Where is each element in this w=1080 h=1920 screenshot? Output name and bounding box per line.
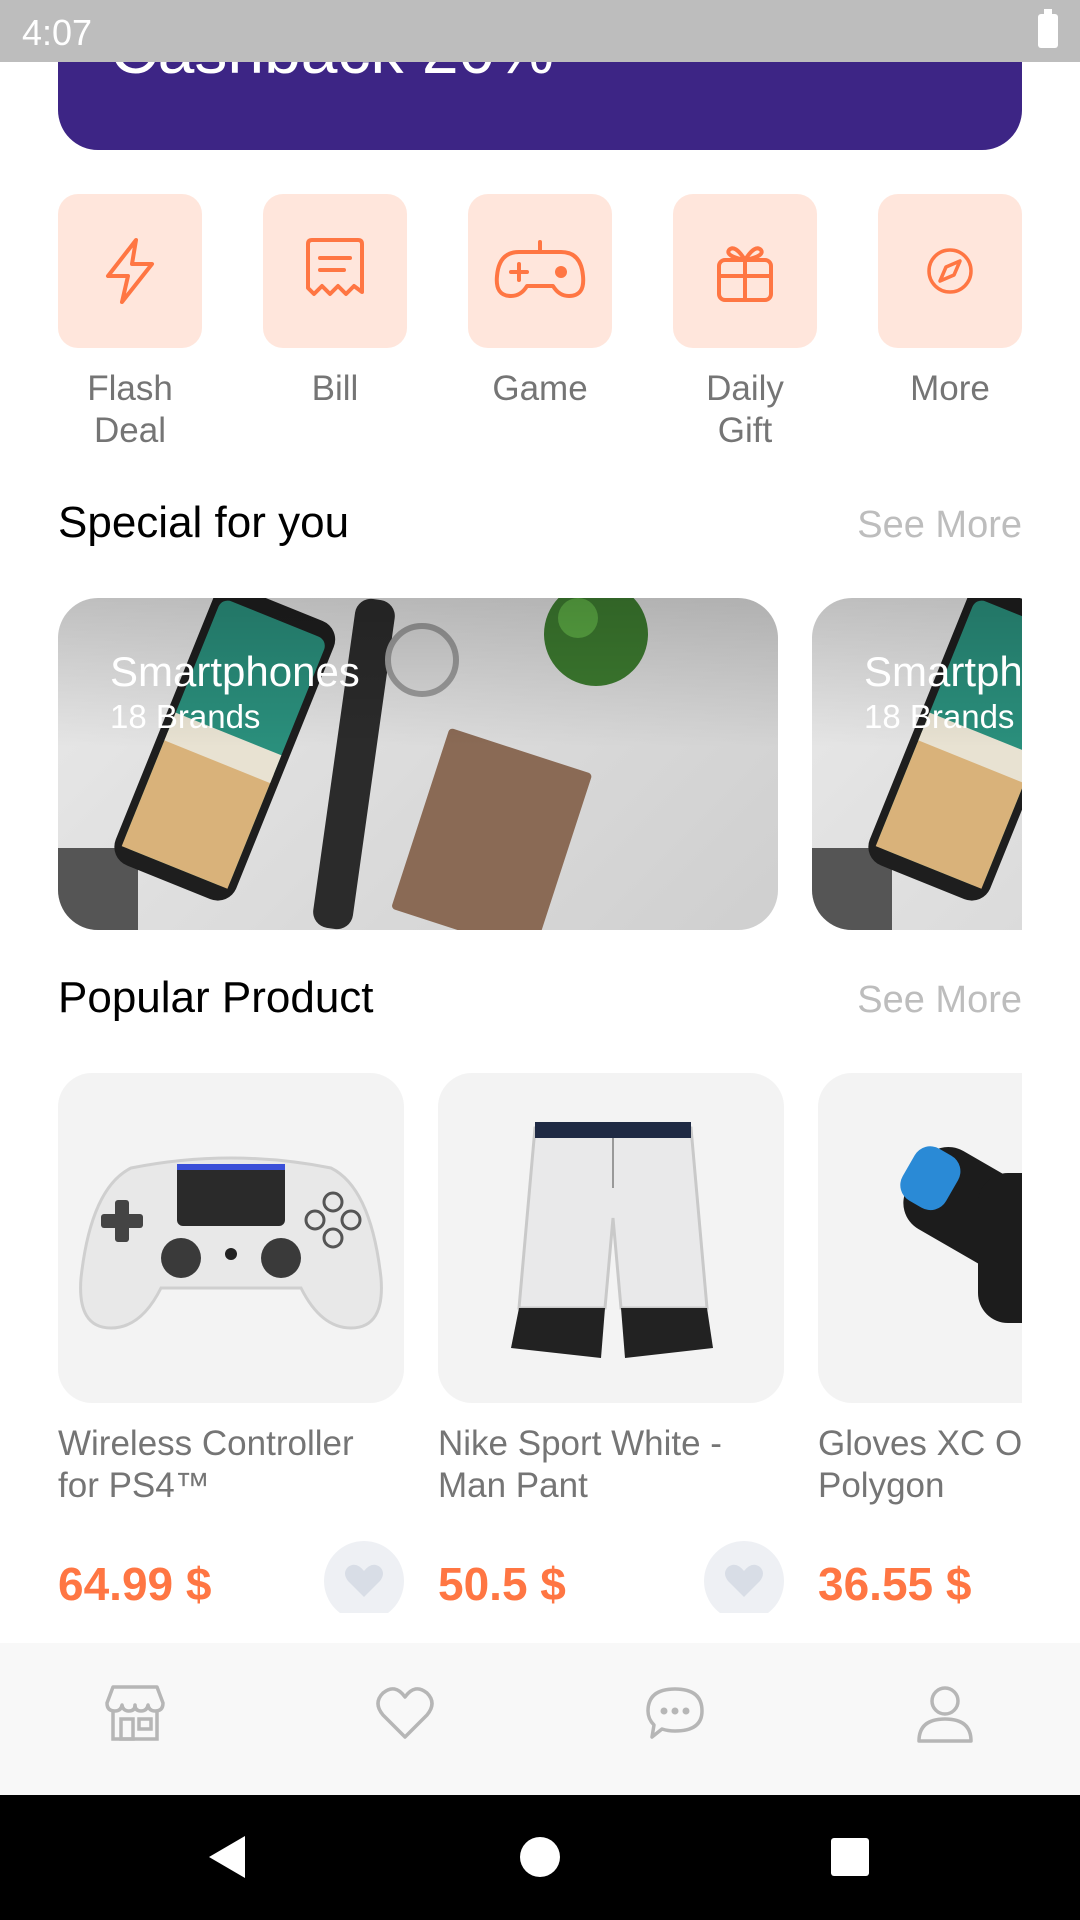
product-image[interactable] <box>438 1073 784 1403</box>
nav-profile[interactable] <box>905 1673 985 1753</box>
special-card-title: Smartphones <box>864 648 1022 695</box>
back-icon <box>209 1836 245 1878</box>
nav-chat[interactable] <box>635 1673 715 1753</box>
heart-icon <box>725 1564 763 1597</box>
price-row: 50.5 $ <box>438 1541 784 1613</box>
special-card-subtitle: 18 Brands <box>110 698 261 735</box>
category-tile[interactable] <box>263 194 407 348</box>
price-row: 64.99 $ <box>58 1541 404 1613</box>
category-tile[interactable] <box>878 194 1022 348</box>
home-icon <box>520 1837 560 1877</box>
shorts-image <box>511 1122 713 1358</box>
category-label: Daily Gift <box>706 369 784 450</box>
special-card[interactable]: Smartphones 18 Brands <box>58 598 778 930</box>
status-time: 4:07 <box>22 12 93 53</box>
flash-icon <box>106 238 154 304</box>
status-bar: 4:07 <box>0 0 1080 62</box>
category-daily-gift[interactable]: Daily Gift <box>673 194 817 452</box>
recents-icon <box>831 1838 869 1876</box>
battery-icon <box>1038 9 1058 48</box>
special-card[interactable]: Smartphones 18 Brands <box>812 598 1022 930</box>
home-button[interactable] <box>508 1825 572 1889</box>
compass-icon <box>927 248 973 294</box>
heart-icon <box>345 1564 383 1597</box>
bottom-navigation <box>0 1643 1080 1795</box>
popular-see-more-link[interactable]: See More <box>857 979 1022 1022</box>
category-label: Bill <box>311 369 359 408</box>
category-tile[interactable] <box>468 194 612 348</box>
product-list: Wireless Controller for PS4™ 64.99 $ Nik… <box>58 1073 1022 1613</box>
nav-shop[interactable] <box>95 1673 175 1753</box>
product-card[interactable]: Gloves XC Omega - Polygon 36.55 $ <box>818 1073 1022 1613</box>
category-label: Game <box>492 369 588 408</box>
product-image[interactable] <box>58 1073 404 1403</box>
category-label: More <box>910 369 990 408</box>
product-name: Wireless Controller for PS4™ <box>58 1424 354 1505</box>
category-flash-deal[interactable]: Flash Deal <box>58 194 202 452</box>
bill-icon <box>306 238 364 296</box>
system-navigation-bar <box>0 1795 1080 1920</box>
product-name: Nike Sport White - Man Pant <box>438 1424 722 1505</box>
shop-icon <box>105 1685 165 1741</box>
category-tile[interactable] <box>673 194 817 348</box>
special-card-list: Smartphones 18 Brands Smartphones 18 Bra… <box>58 598 1022 930</box>
product-image[interactable] <box>818 1073 1022 1403</box>
back-button[interactable] <box>194 1825 258 1889</box>
product-card[interactable]: Wireless Controller for PS4™ 64.99 $ <box>58 1073 404 1613</box>
favorite-button[interactable] <box>704 1541 784 1613</box>
special-card-title: Smartphones <box>110 648 360 695</box>
favorite-button[interactable] <box>324 1541 404 1613</box>
category-label: Flash Deal <box>87 369 173 450</box>
category-tile[interactable] <box>58 194 202 348</box>
popular-section-title: Popular Product <box>58 973 374 1022</box>
gift-icon <box>717 246 773 302</box>
gloves-image <box>900 1146 1022 1323</box>
nav-favourite[interactable] <box>365 1673 445 1753</box>
heart-icon <box>376 1687 434 1739</box>
product-name: Gloves XC Omega - Polygon <box>818 1424 1022 1505</box>
product-price: 64.99 $ <box>58 1558 212 1610</box>
special-card-subtitle: 18 Brands <box>864 698 1015 735</box>
category-game[interactable]: Game <box>468 194 612 410</box>
chat-icon <box>646 1687 704 1739</box>
price-row: 36.55 $ <box>818 1541 1022 1613</box>
category-more[interactable]: More <box>878 194 1022 410</box>
recents-button[interactable] <box>818 1825 882 1889</box>
product-card[interactable]: Nike Sport White - Man Pant 50.5 $ <box>438 1073 784 1613</box>
category-bill[interactable]: Bill <box>263 194 407 410</box>
gamepad-icon <box>494 240 586 298</box>
controller-image <box>79 1156 383 1330</box>
category-list: Flash Deal Bill Game Daily Gift More <box>58 194 1022 464</box>
special-section-title: Special for you <box>58 498 350 547</box>
special-see-more-link[interactable]: See More <box>857 504 1022 547</box>
product-price: 36.55 $ <box>818 1558 972 1610</box>
product-price: 50.5 $ <box>438 1558 566 1610</box>
user-icon <box>917 1686 973 1743</box>
